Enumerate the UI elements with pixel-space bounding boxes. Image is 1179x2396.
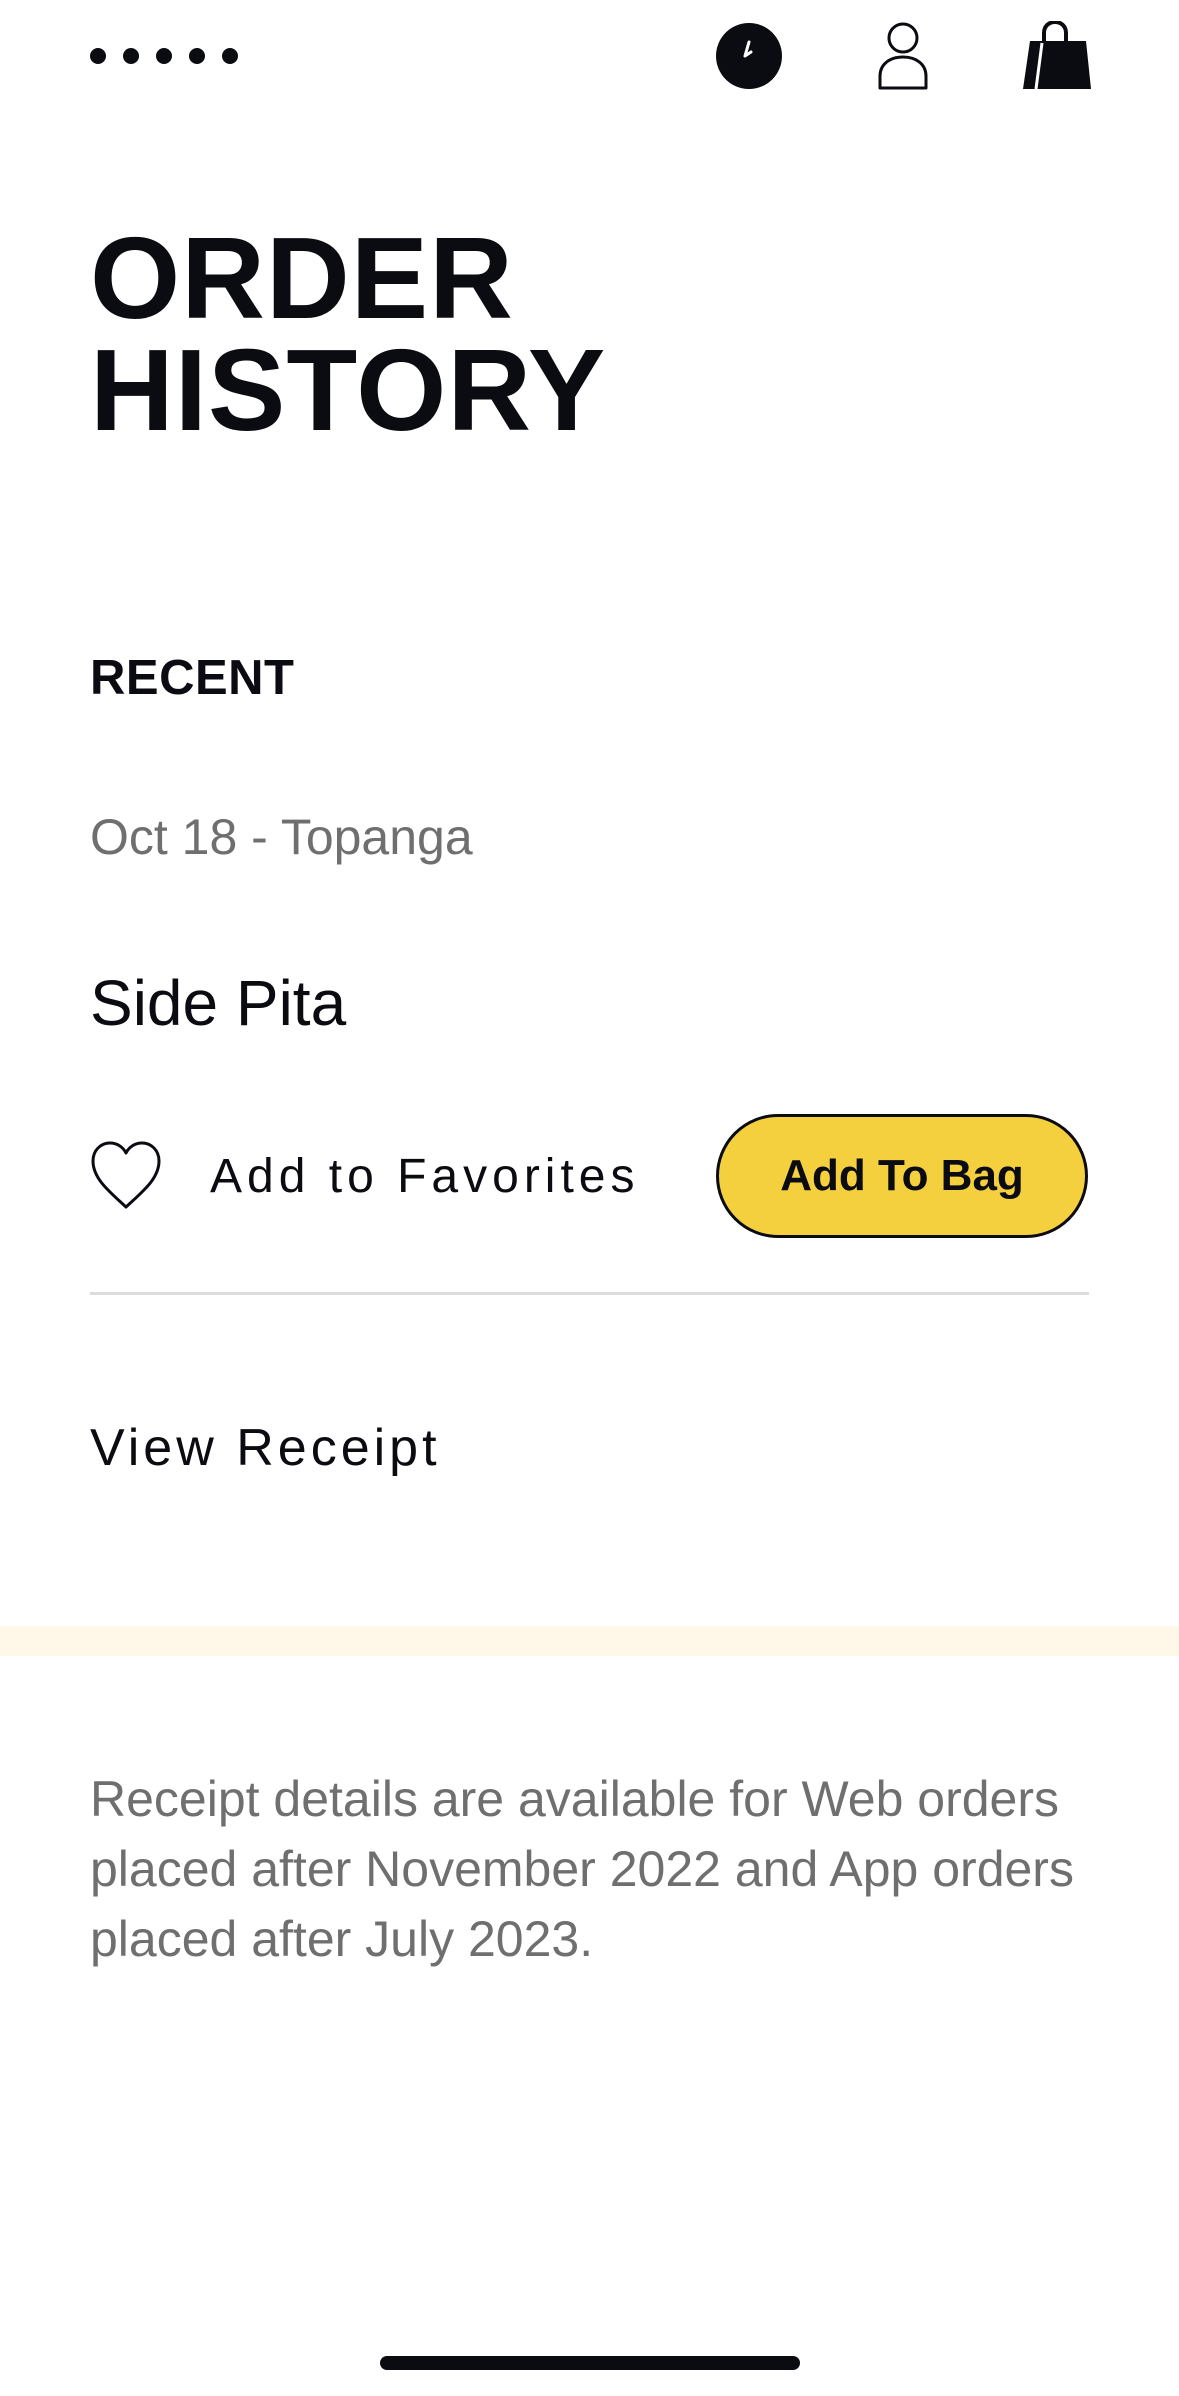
section-band: [0, 1626, 1179, 1656]
top-nav: [0, 0, 1179, 120]
menu-dot: [90, 48, 106, 64]
add-to-favorites-button[interactable]: Add to Favorites: [90, 1138, 640, 1214]
shopping-bag-icon[interactable]: [1021, 20, 1093, 92]
divider: [90, 1292, 1089, 1295]
menu-dot: [123, 48, 139, 64]
page-title-line: HISTORY: [90, 325, 607, 455]
receipt-availability-note: Receipt details are available for Web or…: [90, 1771, 1074, 1967]
view-receipt-link[interactable]: View Receipt: [90, 1418, 441, 1478]
section-label-recent: RECENT: [90, 651, 295, 705]
add-to-favorites-label: Add to Favorites: [210, 1149, 640, 1203]
page-title: ORDER HISTORY: [90, 213, 607, 455]
home-indicator[interactable]: [380, 2356, 800, 2370]
user-icon[interactable]: [867, 20, 939, 92]
dots-menu-icon[interactable]: [90, 48, 238, 64]
page-title-line: ORDER: [90, 213, 514, 343]
menu-dot: [189, 48, 205, 64]
menu-dot: [222, 48, 238, 64]
menu-dot: [156, 48, 172, 64]
heart-icon: [90, 1140, 162, 1212]
order-item-name: Side Pita: [90, 967, 347, 1039]
order-date-location: Oct 18 - Topanga: [90, 809, 473, 865]
clock-icon[interactable]: [713, 20, 785, 92]
add-to-bag-button[interactable]: Add To Bag: [716, 1114, 1088, 1238]
